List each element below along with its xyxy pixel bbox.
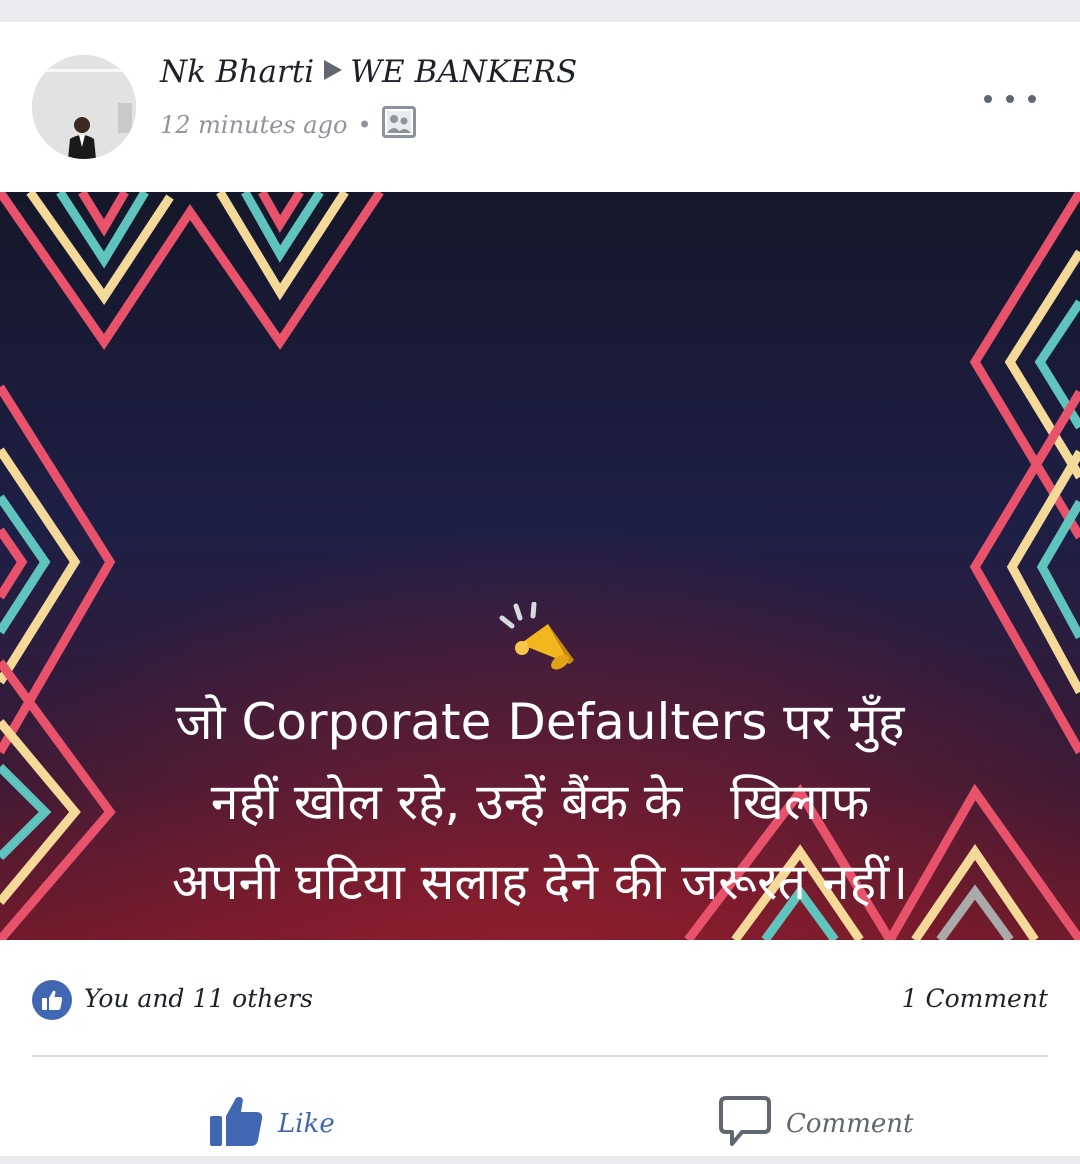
more-dots-icon [984, 95, 992, 103]
reaction-summary[interactable]: You and 11 others [84, 984, 313, 1013]
post-card: Nk Bharti WE BANKERS 12 minutes ago • जो… [0, 22, 1080, 1156]
comment-bubble-icon [718, 1095, 786, 1154]
post-header: Nk Bharti WE BANKERS 12 minutes ago • [0, 22, 1080, 192]
thumbs-up-icon [208, 1094, 278, 1155]
like-button[interactable]: Like [208, 1084, 335, 1164]
like-reaction-icon[interactable] [32, 980, 72, 1020]
quote-line-3: अपनी घटिया सलाह देने की जरूरत नहीं। [171, 853, 909, 911]
group-photo-icon [381, 106, 416, 144]
author-line: Nk Bharti WE BANKERS [160, 54, 577, 90]
post-image[interactable]: जो Corporate Defaulters पर मुँह नहीं खोल… [0, 192, 1080, 940]
comment-label: Comment [786, 1109, 914, 1139]
megaphone-icon [498, 601, 580, 680]
group-name[interactable]: WE BANKERS [350, 54, 577, 90]
divider [32, 1055, 1048, 1057]
arrow-right-icon [322, 54, 344, 90]
avatar[interactable] [32, 55, 136, 159]
quote-line-1: जो Corporate Defaulters पर मुँह [175, 693, 905, 751]
image-quote-text: जो Corporate Defaulters पर मुँह नहीं खोल… [50, 682, 1030, 922]
action-bar: Like Comment [0, 1084, 1080, 1164]
reactions-bar: You and 11 others 1 Comment [32, 980, 1048, 1020]
post-meta: 12 minutes ago • [160, 106, 416, 144]
quote-line-2: नहीं खोल रहे, उन्हें बैंक के खिलाफ [210, 773, 870, 831]
comment-count[interactable]: 1 Comment [902, 984, 1048, 1013]
like-label: Like [278, 1109, 335, 1139]
post-time[interactable]: 12 minutes ago [160, 111, 347, 139]
more-options-button[interactable] [984, 84, 1036, 114]
author-name[interactable]: Nk Bharti [160, 54, 314, 90]
meta-separator: • [357, 111, 372, 139]
comment-button[interactable]: Comment [718, 1084, 913, 1164]
